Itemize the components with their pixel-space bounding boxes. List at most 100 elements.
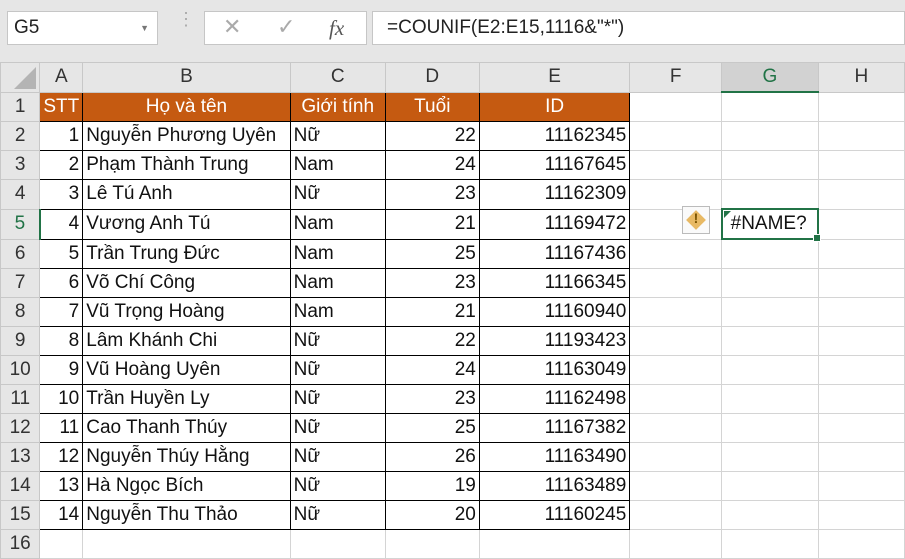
stt-cell[interactable]: 9 (39, 355, 84, 385)
id-cell[interactable]: 11162498 (478, 384, 631, 414)
cell[interactable] (629, 500, 723, 530)
cell[interactable] (629, 529, 723, 559)
row-header-8[interactable]: 8 (0, 297, 41, 327)
cell[interactable] (817, 238, 905, 269)
row-header-5[interactable]: 5 (0, 208, 41, 240)
header-id[interactable]: ID (478, 91, 631, 122)
cell-g5[interactable]: #NAME? (720, 208, 822, 242)
cell[interactable] (817, 179, 905, 210)
cell[interactable] (629, 91, 723, 122)
age-cell[interactable]: 26 (384, 442, 480, 472)
cell[interactable] (721, 238, 819, 269)
cell[interactable] (817, 150, 905, 180)
cell[interactable] (629, 326, 723, 356)
cell[interactable] (817, 326, 905, 356)
row-header-11[interactable]: 11 (0, 384, 41, 414)
gender-cell[interactable]: Nữ (289, 384, 386, 414)
cell[interactable] (629, 413, 723, 443)
cell[interactable] (478, 529, 631, 559)
cell[interactable] (817, 297, 905, 327)
header-age[interactable]: Tuổi (384, 91, 480, 122)
stt-cell[interactable]: 2 (39, 150, 84, 180)
gender-cell[interactable]: Nam (289, 268, 386, 298)
error-warning-button[interactable]: ! (682, 206, 710, 234)
cell[interactable] (817, 208, 905, 240)
cell[interactable] (817, 384, 905, 414)
cell[interactable] (817, 121, 905, 151)
id-cell[interactable]: 11167436 (478, 238, 631, 269)
cell[interactable] (817, 529, 905, 559)
gender-cell[interactable]: Nữ (289, 179, 386, 210)
id-cell[interactable]: 11166345 (478, 268, 631, 298)
id-cell[interactable]: 11160245 (478, 500, 631, 530)
age-cell[interactable]: 21 (384, 297, 480, 327)
row-header-10[interactable]: 10 (0, 355, 41, 385)
age-cell[interactable]: 23 (384, 384, 480, 414)
enter-icon[interactable]: ✓ (277, 14, 295, 40)
name-cell[interactable]: Vương Anh Tú (82, 208, 291, 240)
stt-cell[interactable]: 13 (39, 471, 84, 501)
row-header-4[interactable]: 4 (0, 179, 41, 210)
name-cell[interactable]: Lê Tú Anh (82, 179, 291, 210)
cell[interactable] (629, 297, 723, 327)
stt-cell[interactable]: 5 (39, 238, 84, 269)
column-header-h[interactable]: H (817, 62, 905, 93)
id-cell[interactable]: 11163049 (478, 355, 631, 385)
cell[interactable] (384, 529, 480, 559)
id-cell[interactable]: 11167645 (478, 150, 631, 180)
age-cell[interactable]: 25 (384, 413, 480, 443)
cell[interactable] (39, 529, 84, 559)
cell[interactable] (629, 355, 723, 385)
cell[interactable] (721, 121, 819, 151)
gender-cell[interactable]: Nam (289, 208, 386, 240)
gender-cell[interactable]: Nữ (289, 442, 386, 472)
cell[interactable] (721, 471, 819, 501)
column-header-b[interactable]: B (82, 62, 291, 93)
row-header-14[interactable]: 14 (0, 471, 41, 501)
name-box[interactable]: G5 ▼ (7, 11, 158, 45)
name-cell[interactable]: Cao Thanh Thúy (82, 413, 291, 443)
cell[interactable] (629, 150, 723, 180)
age-cell[interactable]: 24 (384, 150, 480, 180)
column-header-f[interactable]: F (629, 62, 723, 93)
cell[interactable] (817, 355, 905, 385)
column-header-e[interactable]: E (478, 62, 631, 93)
stt-cell[interactable]: 10 (39, 384, 84, 414)
column-header-d[interactable]: D (384, 62, 480, 93)
row-header-2[interactable]: 2 (0, 121, 41, 151)
gender-cell[interactable]: Nữ (289, 121, 386, 151)
age-cell[interactable]: 25 (384, 238, 480, 269)
name-cell[interactable]: Lâm Khánh Chi (82, 326, 291, 356)
cell[interactable] (721, 529, 819, 559)
name-cell[interactable]: Phạm Thành Trung (82, 150, 291, 180)
cell[interactable] (817, 413, 905, 443)
name-cell[interactable]: Trần Huyền Ly (82, 384, 291, 414)
cell[interactable] (629, 268, 723, 298)
id-cell[interactable]: 11163489 (478, 471, 631, 501)
stt-cell[interactable]: 3 (39, 179, 84, 210)
name-cell[interactable]: Nguyễn Thúy Hằng (82, 442, 291, 472)
cell[interactable] (721, 150, 819, 180)
cell[interactable] (629, 121, 723, 151)
stt-cell[interactable]: 12 (39, 442, 84, 472)
spreadsheet-grid[interactable]: ABCDEFGH 1 STT Họ và tên Giới tính Tuổi ID 2 1 N… (0, 62, 905, 559)
fill-handle[interactable] (813, 234, 822, 242)
cell[interactable] (721, 413, 819, 443)
stt-cell[interactable]: 7 (39, 297, 84, 327)
stt-cell[interactable]: 4 (39, 208, 84, 240)
cell[interactable] (721, 355, 819, 385)
header-stt[interactable]: STT (39, 91, 84, 122)
stt-cell[interactable]: 8 (39, 326, 84, 356)
stt-cell[interactable]: 1 (39, 121, 84, 151)
row-header-7[interactable]: 7 (0, 268, 41, 298)
gender-cell[interactable]: Nữ (289, 471, 386, 501)
cell[interactable] (721, 268, 819, 298)
id-cell[interactable]: 11162309 (478, 179, 631, 210)
gender-cell[interactable]: Nữ (289, 413, 386, 443)
cell[interactable] (721, 179, 819, 210)
row-header-16[interactable]: 16 (0, 529, 41, 559)
name-cell[interactable]: Trần Trung Đức (82, 238, 291, 269)
row-header-9[interactable]: 9 (0, 326, 41, 356)
row-header-15[interactable]: 15 (0, 500, 41, 530)
stt-cell[interactable]: 14 (39, 500, 84, 530)
